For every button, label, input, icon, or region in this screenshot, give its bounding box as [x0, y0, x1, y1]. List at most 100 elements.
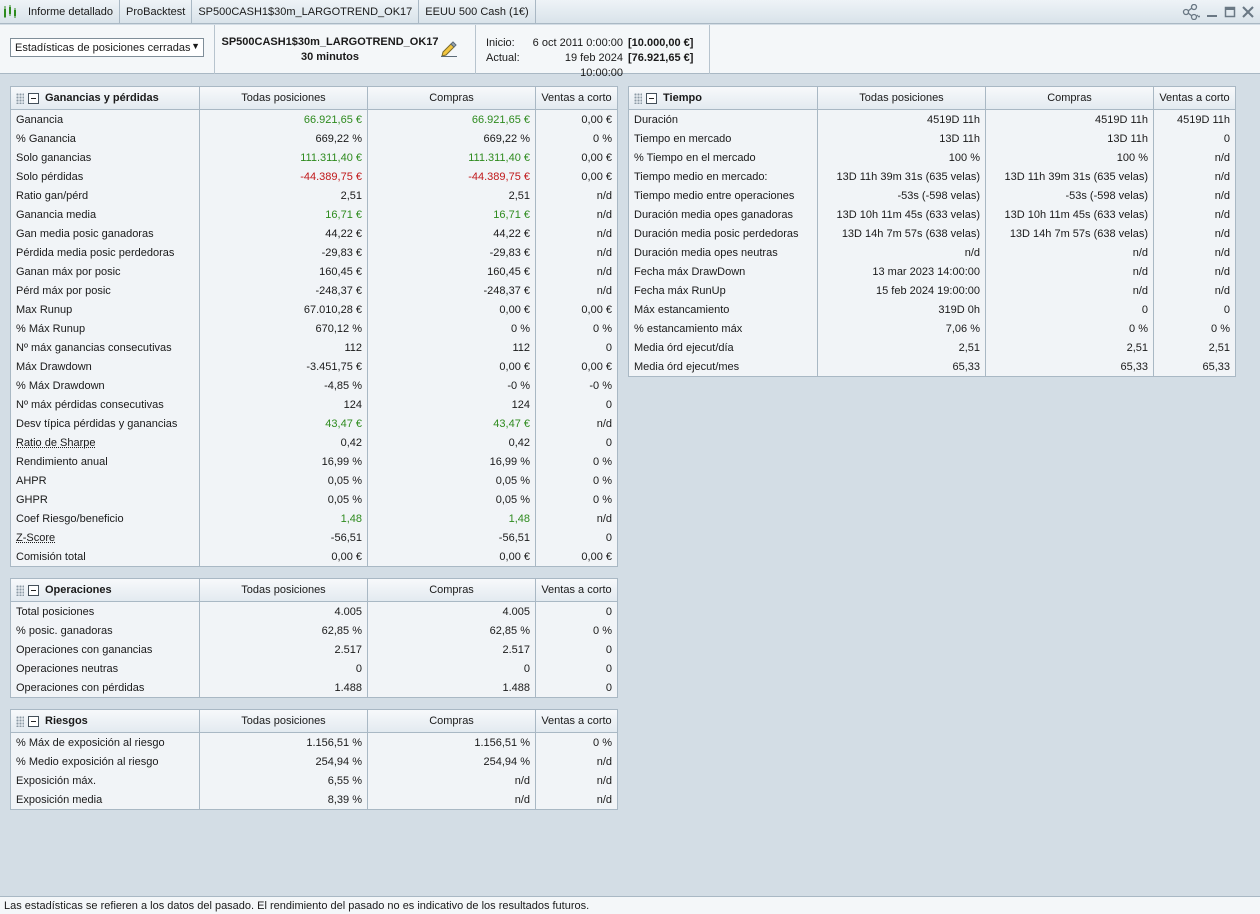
- cell-long: 0: [367, 659, 535, 678]
- tab-informe-detallado[interactable]: Informe detallado: [22, 0, 120, 24]
- collapse-icon[interactable]: [28, 92, 39, 104]
- row-label: Max Runup: [11, 300, 199, 319]
- table-row: Operaciones con ganancias 2.517 2.517 0: [11, 640, 617, 659]
- column-header-short: Ventas a corto: [535, 87, 617, 109]
- drag-grip-icon[interactable]: [16, 92, 24, 104]
- cell-all: 0,42: [199, 433, 367, 452]
- table-row: Duración 4519D 11h 4519D 11h 4519D 11h: [629, 110, 1235, 129]
- cell-short: 0,00 €: [535, 300, 617, 319]
- row-label-text: Media órd ejecut/día: [634, 341, 734, 354]
- row-label-text: GHPR: [16, 493, 48, 506]
- drag-grip-icon[interactable]: [16, 715, 24, 727]
- row-label: % Máx Runup: [11, 319, 199, 338]
- column-header-all: Todas posiciones: [199, 87, 367, 109]
- table-row: Tiempo en mercado 13D 11h 13D 11h 0: [629, 129, 1235, 148]
- cell-short: 0 %: [535, 471, 617, 490]
- cell-all: 160,45 €: [199, 262, 367, 281]
- edit-pencil-icon[interactable]: [440, 39, 458, 57]
- row-label: Nº máx ganancias consecutivas: [11, 338, 199, 357]
- cell-short: n/d: [535, 771, 617, 790]
- cell-long: n/d: [985, 243, 1153, 262]
- row-label: % Ganancia: [11, 129, 199, 148]
- table-row: Media órd ejecut/día 2,51 2,51 2,51: [629, 338, 1235, 357]
- collapse-icon[interactable]: [646, 92, 657, 104]
- row-label-text: Media órd ejecut/mes: [634, 360, 740, 373]
- row-label-text: Máx estancamiento: [634, 303, 730, 316]
- row-label: % Máx Drawdown: [11, 376, 199, 395]
- cell-all: 254,94 %: [199, 752, 367, 771]
- row-label-text: Total posiciones: [16, 605, 95, 618]
- minimize-icon[interactable]: [1204, 4, 1220, 20]
- row-label: Máx Drawdown: [11, 357, 199, 376]
- statistics-type-select[interactable]: Estadísticas de posiciones cerradas ▼: [10, 38, 204, 57]
- operations-panel: Operaciones Todas posiciones Compras Ventas…: [10, 578, 618, 698]
- tab-instrument[interactable]: EEUU 500 Cash (1€): [419, 0, 536, 24]
- row-label-text: % posic. ganadoras: [16, 624, 113, 637]
- cell-all: 0,05 %: [199, 471, 367, 490]
- maximize-icon[interactable]: [1222, 4, 1238, 20]
- row-label-text: Operaciones con pérdidas: [16, 681, 145, 694]
- table-row: Nº máx pérdidas consecutivas 124 124 0: [11, 395, 617, 414]
- cell-short: 0: [535, 433, 617, 452]
- row-label-text: % Máx Drawdown: [16, 379, 105, 392]
- cell-long: 2,51: [985, 338, 1153, 357]
- table-row: % estancamiento máx 7,06 % 0 % 0 %: [629, 319, 1235, 338]
- column-header-long: Compras: [367, 87, 535, 109]
- table-row: Desv típica pérdidas y ganancias 43,47 €4…: [11, 414, 617, 433]
- row-label-text: Coef Riesgo/beneficio: [16, 512, 124, 525]
- cell-long: 124: [367, 395, 535, 414]
- collapse-icon[interactable]: [28, 584, 39, 596]
- row-label: % estancamiento máx: [629, 319, 817, 338]
- cell-long: 100 %: [985, 148, 1153, 167]
- panel-title-cell: Tiempo: [629, 87, 817, 109]
- table-row: Ganancia media 16,71 €16,71 € n/d: [11, 205, 617, 224]
- cell-short: 0: [535, 338, 617, 357]
- row-label: Media órd ejecut/mes: [629, 357, 817, 376]
- row-label-text: Tiempo medio entre operaciones: [634, 189, 795, 202]
- cell-short: n/d: [535, 752, 617, 771]
- panel-title-cell: Operaciones: [11, 579, 199, 601]
- time-panel: Tiempo Todas posiciones Compras Ventas a co…: [628, 86, 1236, 377]
- row-label: Operaciones con ganancias: [11, 640, 199, 659]
- panel-title: Ganancias y pérdidas: [45, 92, 159, 104]
- cell-long: n/d: [985, 281, 1153, 300]
- report-header: Estadísticas de posiciones cerradas ▼ SP…: [0, 25, 1260, 79]
- row-label-text: AHPR: [16, 474, 47, 487]
- tab-probacktest[interactable]: ProBacktest: [120, 0, 193, 24]
- row-label: % Máx de exposición al riesgo: [11, 733, 199, 752]
- table-row: AHPR 0,05 % 0,05 % 0 %: [11, 471, 617, 490]
- cell-all: 319D 0h: [817, 300, 985, 319]
- cell-all: -4,85 %: [199, 376, 367, 395]
- tab-system-name[interactable]: SP500CASH1$30m_LARGOTREND_OK17: [192, 0, 420, 24]
- column-header-short: Ventas a corto: [535, 710, 617, 732]
- row-label: Exposición media: [11, 790, 199, 809]
- collapse-icon[interactable]: [28, 715, 39, 727]
- panel-title-cell: Riesgos: [11, 710, 199, 732]
- table-row: Duración media posic perdedoras 13D 14h 7…: [629, 224, 1235, 243]
- column-header-long: Compras: [367, 579, 535, 601]
- row-label-text: Exposición media: [16, 793, 103, 806]
- drag-grip-icon[interactable]: [634, 92, 642, 104]
- cell-all: 669,22 %: [199, 129, 367, 148]
- row-label-text: Fecha máx DrawDown: [634, 265, 746, 278]
- cell-short: n/d: [535, 414, 617, 433]
- cell-short: n/d: [535, 224, 617, 243]
- table-row: Ratio gan/pérd 2,51 2,51 n/d: [11, 186, 617, 205]
- cell-short: n/d: [535, 186, 617, 205]
- table-row: % Máx Runup 670,12 % 0 % 0 %: [11, 319, 617, 338]
- system-name: SP500CASH1$30m_LARGOTREND_OK17: [221, 36, 439, 48]
- cell-short: 0 %: [535, 733, 617, 752]
- row-label: Coef Riesgo/beneficio: [11, 509, 199, 528]
- close-icon[interactable]: [1240, 4, 1256, 20]
- cell-all: 13D 11h 39m 31s (635 velas): [817, 167, 985, 186]
- cell-long: 112: [367, 338, 535, 357]
- row-label-text: Ganancia media: [16, 208, 97, 221]
- cell-all: 2.517: [199, 640, 367, 659]
- row-label-text: Máx Drawdown: [16, 360, 92, 373]
- cell-short: 0: [1153, 300, 1235, 319]
- drag-grip-icon[interactable]: [16, 584, 24, 596]
- share-icon[interactable]: [1180, 4, 1202, 20]
- cell-short: n/d: [1153, 281, 1235, 300]
- app-chart-icon: [0, 0, 22, 24]
- cell-short: 0,00 €: [535, 110, 617, 129]
